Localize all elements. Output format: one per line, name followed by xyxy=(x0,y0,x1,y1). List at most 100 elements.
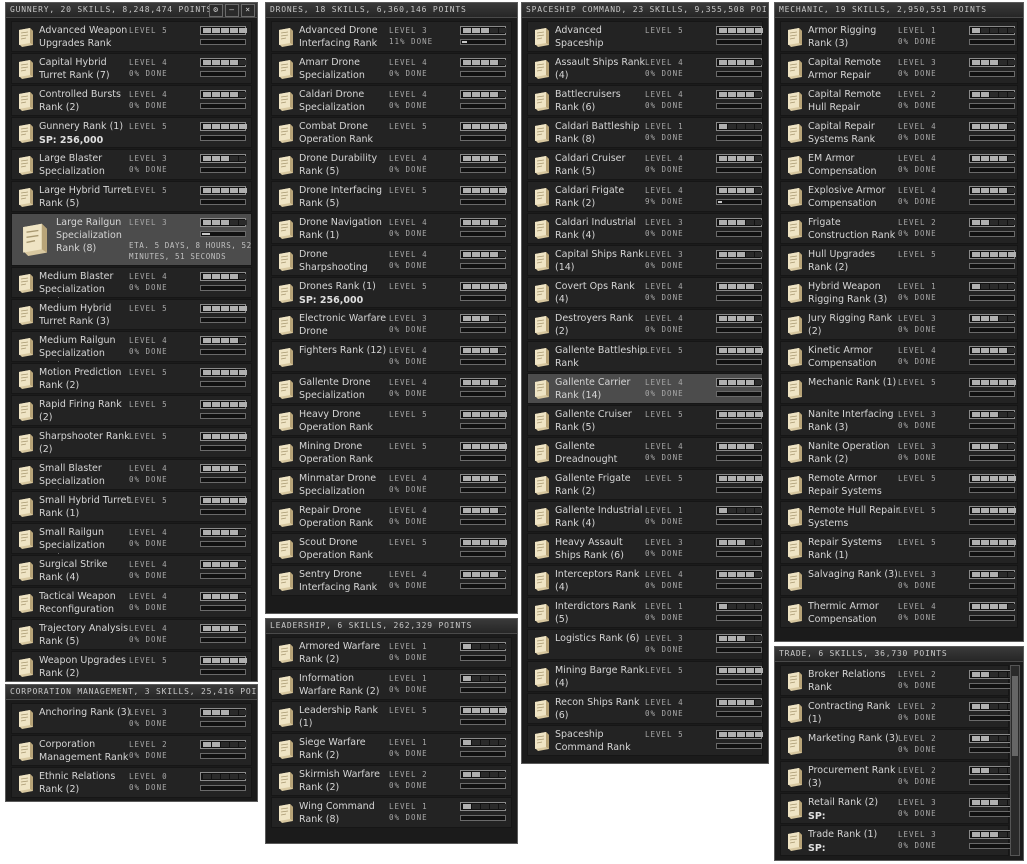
skill-row[interactable]: Battlecruisers Rank (6) LEVEL 4 0% DONE xyxy=(527,85,763,116)
skill-row[interactable]: Trade Rank (1) LEVEL 3 0% DONE SP: xyxy=(780,825,1016,856)
skill-row[interactable]: Procurement Rank (3) LEVEL 2 0% DONE xyxy=(780,761,1016,792)
skill-row[interactable]: Small Blaster Specialization Rank LEVEL 4… xyxy=(11,459,252,490)
skill-row[interactable]: Caldari Frigate Rank (2) LEVEL 4 9% DONE xyxy=(527,181,763,212)
skill-row[interactable]: Capital Repair Systems Rank LEVEL 4 0% DON… xyxy=(780,117,1018,148)
skill-row[interactable]: Nanite Operation Rank (2) LEVEL 3 0% DONE xyxy=(780,437,1018,468)
skill-row[interactable]: Sentry Drone Interfacing Rank LEVEL 4 0% D… xyxy=(271,565,512,596)
skill-row[interactable]: Capital Hybrid Turret Rank (7) LEVEL 4 0% … xyxy=(11,53,252,84)
skill-row[interactable]: Nanite Interfacing Rank (3) LEVEL 3 0% DON… xyxy=(780,405,1018,436)
skill-row[interactable]: Gallente Drone Specialization LEVEL 4 0% D… xyxy=(271,373,512,404)
skill-row[interactable]: Gallente Industrial Rank (4) LEVEL 1 0% DO… xyxy=(527,501,763,532)
skill-row[interactable]: Contracting Rank (1) LEVEL 2 0% DONE xyxy=(780,697,1016,728)
skill-row[interactable]: Small Hybrid Turret Rank (1) LEVEL 5 xyxy=(11,491,252,522)
skill-row[interactable]: Siege Warfare Rank (2) LEVEL 1 0% DONE xyxy=(271,733,512,764)
skill-row[interactable]: Drone Durability Rank (5) LEVEL 4 0% DONE xyxy=(271,149,512,180)
skill-row[interactable]: Large Hybrid Turret Rank (5) LEVEL 5 xyxy=(11,181,252,212)
skill-row[interactable]: Advanced Spaceship LEVEL 5 xyxy=(527,21,763,52)
skill-row[interactable]: Medium Hybrid Turret Rank (3) LEVEL 5 xyxy=(11,299,252,330)
skill-row[interactable]: Gallente Dreadnought LEVEL 4 0% DONE xyxy=(527,437,763,468)
skill-row[interactable]: Remote Armor Repair Systems LEVEL 5 xyxy=(780,469,1018,500)
skill-row[interactable]: Explosive Armor Compensation LEVEL 4 0% DO… xyxy=(780,181,1018,212)
skill-row[interactable]: Ethnic Relations Rank (2) LEVEL 0 0% DONE xyxy=(11,767,252,798)
skill-row[interactable]: Capital Remote Hull Repair LEVEL 2 0% DONE xyxy=(780,85,1018,116)
skill-row[interactable]: Gallente Battleship Rank LEVEL 5 xyxy=(527,341,763,372)
scrollbar-thumb[interactable] xyxy=(1012,676,1018,756)
skill-row[interactable]: Gallente Carrier Rank (14) LEVEL 4 0% DONE xyxy=(527,373,763,404)
skill-row[interactable]: Combat Drone Operation Rank LEVEL 5 xyxy=(271,117,512,148)
skill-row[interactable]: Gallente Frigate Rank (2) LEVEL 5 xyxy=(527,469,763,500)
skill-row[interactable]: Medium Railgun Specialization Rank LEVEL … xyxy=(11,331,252,362)
skill-row[interactable]: Small Railgun Specialization Rank LEVEL 4… xyxy=(11,523,252,554)
skill-row[interactable]: Hull Upgrades Rank (2) LEVEL 5 xyxy=(780,245,1018,276)
skill-row[interactable]: Hybrid Weapon Rigging Rank (3) LEVEL 1 0% … xyxy=(780,277,1018,308)
skill-row[interactable]: Mining Barge Rank (4) LEVEL 5 xyxy=(527,661,763,692)
skill-row[interactable]: Advanced Drone Interfacing Rank LEVEL 3 11… xyxy=(271,21,512,52)
skill-row[interactable]: Wing Command Rank (8) LEVEL 1 0% DONE xyxy=(271,797,512,828)
skill-row[interactable]: Logistics Rank (6) LEVEL 3 0% DONE xyxy=(527,629,763,660)
skill-row[interactable]: Marketing Rank (3) LEVEL 2 0% DONE xyxy=(780,729,1016,760)
skill-row[interactable]: Armored Warfare Rank (2) LEVEL 1 0% DONE xyxy=(271,637,512,668)
skill-row[interactable]: Drone Sharpshooting LEVEL 4 0% DONE xyxy=(271,245,512,276)
skill-row[interactable]: Surgical Strike Rank (4) LEVEL 4 0% DONE xyxy=(11,555,252,586)
skill-row[interactable]: Thermic Armor Compensation LEVEL 4 0% DONE xyxy=(780,597,1018,628)
skill-row[interactable]: Sharpshooter Rank (2) LEVEL 5 xyxy=(11,427,252,458)
skill-row[interactable]: Mining Drone Operation Rank LEVEL 5 xyxy=(271,437,512,468)
skill-row[interactable]: Medium Blaster Specialization Rank LEVEL … xyxy=(11,267,252,298)
skill-row[interactable]: Motion Prediction Rank (2) LEVEL 5 xyxy=(11,363,252,394)
skill-row[interactable]: Capital Remote Armor Repair LEVEL 3 0% DON… xyxy=(780,53,1018,84)
skill-row[interactable]: Scout Drone Operation Rank LEVEL 5 xyxy=(271,533,512,564)
skill-row[interactable]: Drones Rank (1) LEVEL 5 SP: 256,000 xyxy=(271,277,512,308)
skill-row[interactable]: Corporation Management Rank LEVEL 2 0% DON… xyxy=(11,735,252,766)
skill-row[interactable]: Heavy Assault Ships Rank (6) LEVEL 3 0% DO… xyxy=(527,533,763,564)
skill-row[interactable]: Armor Rigging Rank (3) LEVEL 1 0% DONE xyxy=(780,21,1018,52)
skill-row[interactable]: Caldari Battleship Rank (8) LEVEL 1 0% DON… xyxy=(527,117,763,148)
skill-row[interactable]: Electronic Warfare Drone LEVEL 3 0% DONE xyxy=(271,309,512,340)
skill-row[interactable]: Repair Drone Operation Rank LEVEL 4 0% DON… xyxy=(271,501,512,532)
scrollbar[interactable] xyxy=(1010,665,1020,856)
skill-row[interactable]: Kinetic Armor Compensation LEVEL 4 0% DONE xyxy=(780,341,1018,372)
skill-row[interactable]: Amarr Drone Specialization LEVEL 4 0% DONE xyxy=(271,53,512,84)
skill-row[interactable]: Frigate Construction Rank LEVEL 2 0% DONE xyxy=(780,213,1018,244)
skill-row[interactable]: Recon Ships Rank (6) LEVEL 4 0% DONE xyxy=(527,693,763,724)
skill-row[interactable]: Assault Ships Rank (4) LEVEL 4 0% DONE xyxy=(527,53,763,84)
skill-row[interactable]: Gallente Cruiser Rank (5) LEVEL 5 xyxy=(527,405,763,436)
skill-row[interactable]: Advanced Weapon Upgrades Rank LEVEL 5 xyxy=(11,21,252,52)
skill-row[interactable]: Gunnery Rank (1) LEVEL 5 SP: 256,000 xyxy=(11,117,252,148)
skill-row[interactable]: Jury Rigging Rank (2) LEVEL 3 0% DONE xyxy=(780,309,1018,340)
skill-row[interactable]: Controlled Bursts Rank (2) LEVEL 4 0% DONE xyxy=(11,85,252,116)
skill-row[interactable]: Capital Ships Rank (14) LEVEL 3 0% DONE xyxy=(527,245,763,276)
skill-row[interactable]: Interceptors Rank (4) LEVEL 4 0% DONE xyxy=(527,565,763,596)
skill-row[interactable]: Destroyers Rank (2) LEVEL 4 0% DONE xyxy=(527,309,763,340)
settings-icon[interactable]: ⚙ xyxy=(209,4,223,17)
skill-row[interactable]: Mechanic Rank (1) LEVEL 5 xyxy=(780,373,1018,404)
skill-row[interactable]: Repair Systems Rank (1) LEVEL 5 xyxy=(780,533,1018,564)
skill-row[interactable]: EM Armor Compensation LEVEL 4 0% DONE xyxy=(780,149,1018,180)
skill-row[interactable]: Skirmish Warfare Rank (2) LEVEL 2 0% DONE xyxy=(271,765,512,796)
skill-row[interactable]: Covert Ops Rank (4) LEVEL 4 0% DONE xyxy=(527,277,763,308)
skill-row[interactable]: Anchoring Rank (3) LEVEL 3 0% DONE xyxy=(11,703,252,734)
skill-row[interactable]: Broker Relations Rank LEVEL 2 0% DONE xyxy=(780,665,1016,696)
skill-row[interactable]: Heavy Drone Operation Rank LEVEL 5 xyxy=(271,405,512,436)
skill-row[interactable]: Spaceship Command Rank LEVEL 5 xyxy=(527,725,763,756)
skill-row[interactable]: Drone Interfacing Rank (5) LEVEL 5 xyxy=(271,181,512,212)
skill-row[interactable]: Rapid Firing Rank (2) LEVEL 5 xyxy=(11,395,252,426)
skill-row[interactable]: Caldari Cruiser Rank (5) LEVEL 4 0% DONE xyxy=(527,149,763,180)
skill-row[interactable]: Information Warfare Rank (2) LEVEL 1 0% DO… xyxy=(271,669,512,700)
skill-row[interactable]: Interdictors Rank (5) LEVEL 1 0% DONE xyxy=(527,597,763,628)
minimize-button[interactable]: – xyxy=(225,4,239,17)
skill-row[interactable]: Weapon Upgrades Rank (2) LEVEL 5 xyxy=(11,651,252,681)
skill-row[interactable]: Salvaging Rank (3) LEVEL 3 0% DONE xyxy=(780,565,1018,596)
close-button[interactable]: × xyxy=(241,4,255,17)
skill-row[interactable]: Retail Rank (2) LEVEL 3 0% DONE SP: xyxy=(780,793,1016,824)
skill-row[interactable]: Fighters Rank (12) LEVEL 4 0% DONE xyxy=(271,341,512,372)
skill-row[interactable]: Caldari Industrial Rank (4) LEVEL 3 0% DON… xyxy=(527,213,763,244)
skill-row[interactable]: Caldari Drone Specialization LEVEL 4 0% DO… xyxy=(271,85,512,116)
skill-row[interactable]: Large Railgun Specialization Rank (8) LEV… xyxy=(11,213,252,266)
skill-row[interactable]: Remote Hull Repair Systems LEVEL 5 xyxy=(780,501,1018,532)
skill-row[interactable]: Tactical Weapon Reconfiguration LEVEL 4 0%… xyxy=(11,587,252,618)
skill-row[interactable]: Trajectory Analysis Rank (5) LEVEL 4 0% DO… xyxy=(11,619,252,650)
skill-row[interactable]: Minmatar Drone Specialization LEVEL 4 0% D… xyxy=(271,469,512,500)
skill-row[interactable]: Leadership Rank (1) LEVEL 5 xyxy=(271,701,512,732)
skill-row[interactable]: Large Blaster Specialization Rank LEVEL 3… xyxy=(11,149,252,180)
skill-row[interactable]: Drone Navigation Rank (1) LEVEL 4 0% DONE xyxy=(271,213,512,244)
